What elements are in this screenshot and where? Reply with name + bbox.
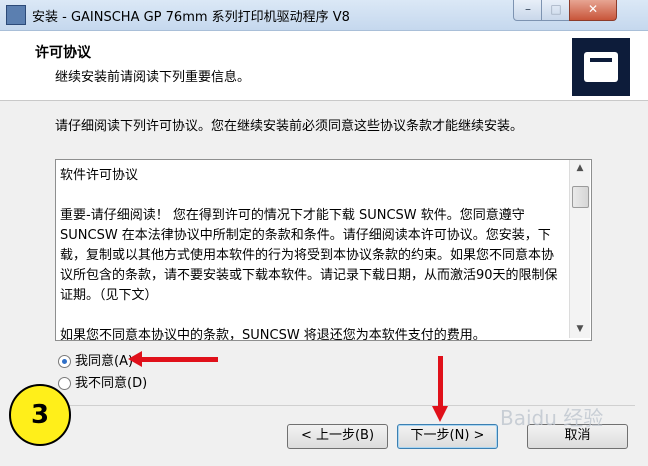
page-title: 许可协议 (35, 45, 91, 61)
accept-radio-option[interactable]: 我同意(A) (58, 353, 133, 371)
accept-radio[interactable] (58, 355, 71, 368)
license-paragraph: 重要-请仔细阅读！ 您在得到许可的情况下才能下载 SUNCSW 软件。您同意遵守… (60, 208, 558, 303)
license-title: 软件许可协议 (60, 168, 139, 183)
accept-arrow-shaft (140, 357, 218, 362)
printer-logo-icon (572, 38, 630, 96)
decline-radio-option[interactable]: 我不同意(D) (58, 375, 147, 393)
license-scrollbar[interactable]: ▲ ▼ (569, 160, 590, 338)
step-number-badge: 3 (9, 384, 71, 446)
accept-arrow-icon (128, 351, 142, 367)
watermark: Baidu 经验 (500, 406, 604, 430)
page-subtitle: 继续安装前请阅读下列重要信息。 (55, 70, 251, 85)
title-bar: 安装 - GAINSCHA GP 76mm 系列打印机驱动程序 V8 – □ ✕ (0, 0, 648, 31)
wizard-header: 许可协议 继续安装前请阅读下列重要信息。 (0, 31, 648, 101)
next-button[interactable]: 下一步(N) > (397, 424, 498, 449)
next-arrow-shaft (438, 356, 443, 408)
installer-icon (6, 5, 26, 25)
window-title: 安装 - GAINSCHA GP 76mm 系列打印机驱动程序 V8 (32, 10, 350, 25)
accept-label: 我同意(A) (75, 354, 134, 369)
decline-label: 我不同意(D) (75, 376, 148, 391)
back-button[interactable]: < 上一步(B) (287, 424, 388, 449)
scroll-thumb[interactable] (572, 186, 589, 208)
decline-radio[interactable] (58, 377, 71, 390)
maximize-button: □ (541, 0, 571, 21)
scroll-up-icon[interactable]: ▲ (570, 160, 590, 177)
license-partial-line: 如果您不同意本协议中的条款，SUNCSW 将退还您为本软件支付的费用。 (60, 328, 486, 341)
license-content: 软件许可协议 重要-请仔细阅读！ 您在得到许可的情况下才能下载 SUNCSW 软… (60, 166, 565, 341)
scroll-down-icon[interactable]: ▼ (570, 321, 590, 338)
next-arrow-icon (432, 406, 448, 422)
intro-text: 请仔细阅读下列许可协议。您在继续安装前必须同意这些协议条款才能继续安装。 (55, 119, 524, 134)
minimize-button[interactable]: – (513, 0, 543, 21)
close-button[interactable]: ✕ (569, 0, 617, 21)
license-textbox[interactable]: 软件许可协议 重要-请仔细阅读！ 您在得到许可的情况下才能下载 SUNCSW 软… (55, 159, 592, 341)
